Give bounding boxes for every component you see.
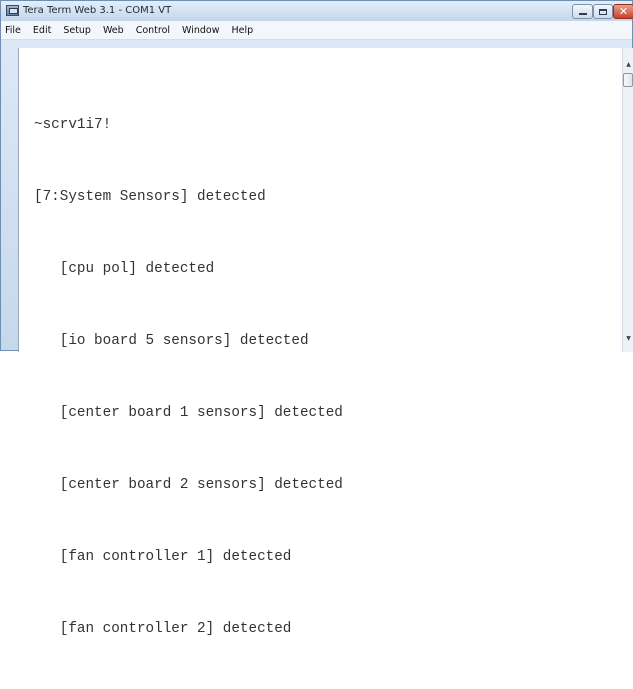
- menu-control[interactable]: Control: [130, 25, 176, 36]
- vertical-scrollbar[interactable]: ▲ ▼: [622, 48, 633, 352]
- scroll-up-icon[interactable]: ▲: [623, 58, 633, 70]
- maximize-button[interactable]: [593, 4, 613, 19]
- window-title: Tera Term Web 3.1 - COM1 VT: [23, 5, 172, 16]
- app-icon[interactable]: [6, 5, 19, 16]
- terminal-area[interactable]: ~scrv1i7! [7:System Sensors] detected [c…: [18, 48, 623, 637]
- close-icon: ✕: [618, 5, 629, 18]
- scroll-thumb[interactable]: [623, 73, 633, 87]
- terminal-line: [fan controller 2] detected: [34, 621, 292, 637]
- scroll-down-icon[interactable]: ▼: [623, 332, 633, 344]
- terminal-line: ~scrv1i7!: [34, 117, 112, 133]
- menu-bar: File Edit Setup Web Control Window Help: [1, 21, 632, 40]
- terminal-line: [center board 2 sensors] detected: [34, 477, 343, 493]
- terminal-line: [cpu pol] detected: [34, 261, 215, 277]
- menu-help[interactable]: Help: [226, 25, 260, 36]
- teraterm-window: Tera Term Web 3.1 - COM1 VT ✕ File Edit …: [0, 0, 633, 637]
- terminal-output: ~scrv1i7! [7:System Sensors] detected [c…: [34, 65, 343, 689]
- title-bar[interactable]: Tera Term Web 3.1 - COM1 VT ✕: [1, 1, 633, 21]
- menu-setup[interactable]: Setup: [57, 25, 97, 36]
- menu-web[interactable]: Web: [97, 25, 130, 36]
- minimize-button[interactable]: [572, 4, 593, 19]
- terminal-line: [io board 5 sensors] detected: [34, 333, 309, 349]
- menu-edit[interactable]: Edit: [27, 25, 57, 36]
- minimize-icon: [578, 13, 587, 15]
- terminal-line: [7:System Sensors] detected: [34, 189, 266, 205]
- terminal-line: [fan controller 1] detected: [34, 549, 292, 565]
- menu-window[interactable]: Window: [176, 25, 225, 36]
- terminal-line: [center board 1 sensors] detected: [34, 405, 343, 421]
- menu-file[interactable]: File: [1, 25, 27, 36]
- maximize-icon: [599, 8, 607, 15]
- close-button[interactable]: ✕: [613, 4, 633, 19]
